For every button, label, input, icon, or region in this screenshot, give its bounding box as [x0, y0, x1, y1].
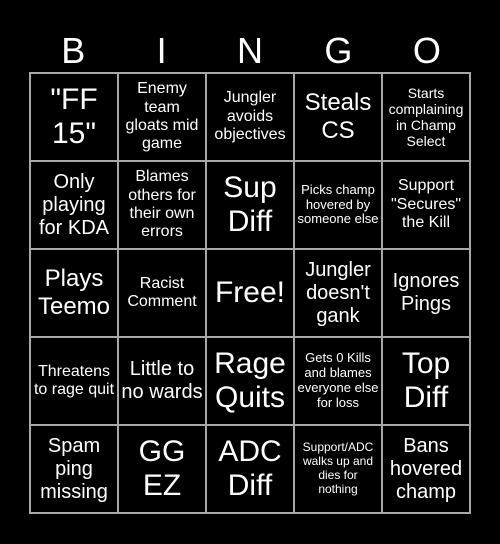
bingo-header: B I N G O	[29, 30, 471, 72]
header-letter-o: O	[412, 30, 441, 71]
bingo-cell[interactable]: Only playing for KDA	[30, 161, 118, 249]
header-letter-n: N	[237, 30, 264, 71]
bingo-cell[interactable]: Gets 0 Kills and blames everyone else fo…	[294, 337, 382, 425]
bingo-cell[interactable]: Jungler doesn't gank	[294, 249, 382, 337]
bingo-cell[interactable]: Rage Quits	[206, 337, 294, 425]
bingo-cell[interactable]: Top Diff	[382, 337, 470, 425]
bingo-cell[interactable]: Ignores Pings	[382, 249, 470, 337]
bingo-cell[interactable]: Picks champ hovered by someone else	[294, 161, 382, 249]
free-space-cell[interactable]: Free!	[206, 249, 294, 337]
bingo-cell[interactable]: Bans hovered champ	[382, 425, 470, 513]
bingo-cell[interactable]: Spam ping missing	[30, 425, 118, 513]
header-letter-b: B	[61, 30, 86, 71]
bingo-cell[interactable]: ADC Diff	[206, 425, 294, 513]
bingo-cell[interactable]: Racist Comment	[118, 249, 206, 337]
header-letter-g: G	[324, 30, 353, 71]
header-letter-i: I	[156, 30, 167, 71]
bingo-cell[interactable]: Blames others for their own errors	[118, 161, 206, 249]
bingo-cell[interactable]: Support "Secures" the Kill	[382, 161, 470, 249]
bingo-cell[interactable]: Jungler avoids objectives	[206, 73, 294, 161]
bingo-cell[interactable]: Steals CS	[294, 73, 382, 161]
bingo-card: "FF 15" Enemy team gloats mid game Jungl…	[29, 72, 471, 514]
bingo-cell[interactable]: Support/ADC walks up and dies for nothin…	[294, 425, 382, 513]
bingo-cell[interactable]: Little to no wards	[118, 337, 206, 425]
bingo-cell[interactable]: Sup Diff	[206, 161, 294, 249]
bingo-cell[interactable]: Plays Teemo	[30, 249, 118, 337]
bingo-cell[interactable]: Enemy team gloats mid game	[118, 73, 206, 161]
bingo-cell[interactable]: "FF 15"	[30, 73, 118, 161]
bingo-cell[interactable]: GG EZ	[118, 425, 206, 513]
bingo-cell[interactable]: Threatens to rage quit	[30, 337, 118, 425]
bingo-cell[interactable]: Starts complaining in Champ Select	[382, 73, 470, 161]
